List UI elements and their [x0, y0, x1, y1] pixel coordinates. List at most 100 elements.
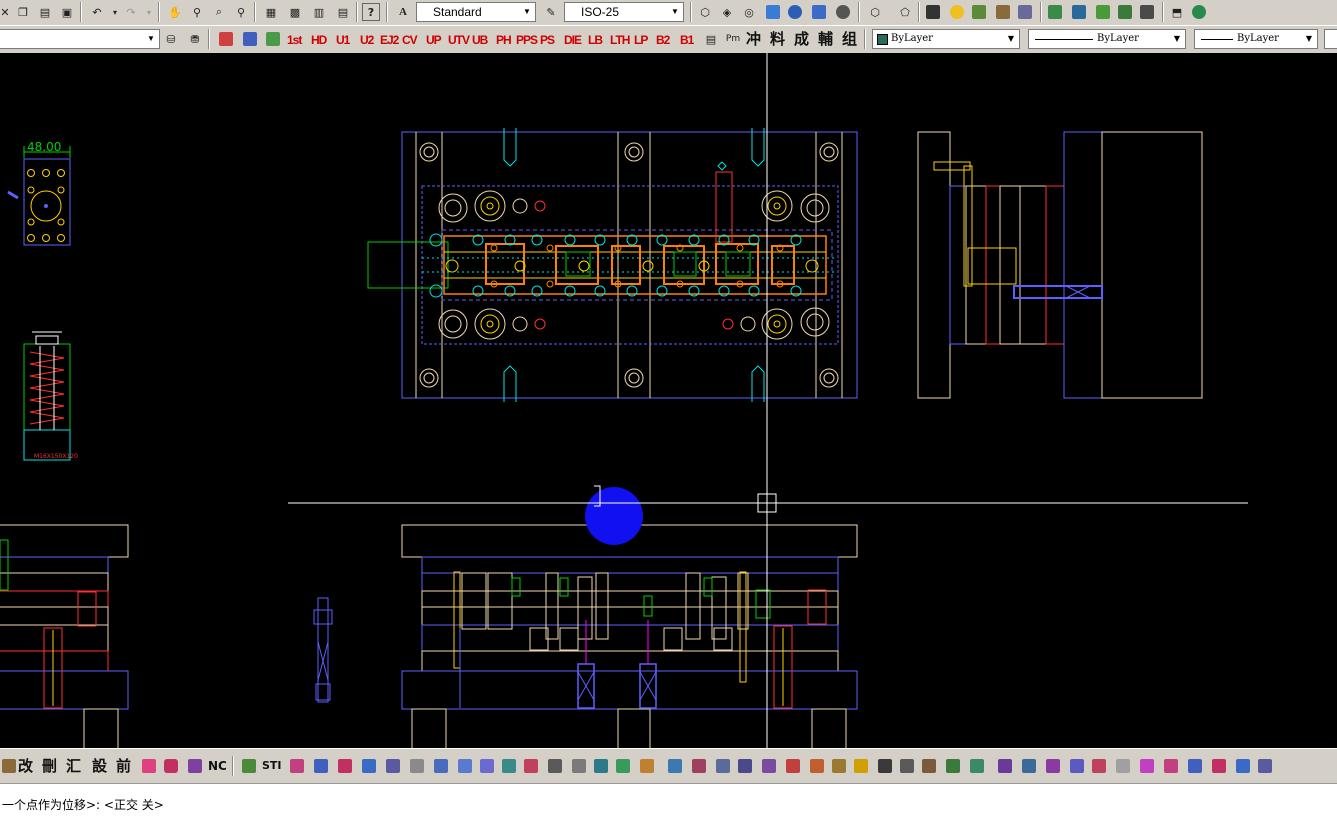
help-icon[interactable]: ? — [362, 3, 380, 21]
custom-tool-16-icon[interactable] — [666, 757, 684, 775]
custom-tool-0-icon[interactable] — [288, 757, 306, 775]
custom-tool-pmc-icon[interactable]: Pm — [724, 30, 742, 48]
fog-icon[interactable] — [1070, 3, 1088, 21]
custom-tool-5-icon[interactable] — [408, 757, 426, 775]
text-style-icon[interactable]: A — [394, 3, 412, 21]
hide-icon[interactable]: ⬡ — [696, 3, 714, 21]
dim-style-select[interactable]: ISO-25 ▼ — [564, 2, 684, 22]
dim-style-icon[interactable]: ✎ — [542, 3, 560, 21]
custom-command-1st[interactable]: 1st — [287, 31, 302, 49]
custom-tool-32-icon[interactable] — [1044, 757, 1062, 775]
make-object-layer-current-icon[interactable]: ⛁ — [162, 30, 180, 48]
lights-icon[interactable] — [948, 3, 966, 21]
shaded-sphere-icon[interactable] — [786, 3, 804, 21]
custom-tool-25-icon[interactable] — [876, 757, 894, 775]
statistics-icon[interactable] — [1190, 3, 1208, 21]
zoom-previous-icon[interactable]: ⚲ — [232, 3, 250, 21]
shaded-box-icon[interactable] — [764, 3, 782, 21]
custom-tool-12-icon[interactable] — [570, 757, 588, 775]
3d-orbit-icon[interactable]: ⬡ — [866, 3, 884, 21]
custom-command-pps[interactable]: PPS — [516, 31, 538, 49]
custom-command-ej2[interactable]: EJ2 — [380, 31, 399, 49]
materials-icon[interactable] — [970, 3, 988, 21]
custom-tool-26-icon[interactable] — [898, 757, 916, 775]
tool-palettes-icon[interactable]: ▥ — [310, 3, 328, 21]
edit-command-2[interactable]: 汇 — [66, 757, 81, 775]
custom-tool-35-icon[interactable] — [1114, 757, 1132, 775]
custom-command-lth[interactable]: LTH — [610, 31, 630, 49]
custom-tool-40-icon[interactable] — [1234, 757, 1252, 775]
match-properties-icon[interactable]: ▣ — [58, 3, 76, 21]
calculator-icon[interactable]: ▤ — [334, 3, 352, 21]
custom-tool-house-icon[interactable] — [264, 30, 282, 48]
custom-command-utv[interactable]: UTV — [448, 31, 470, 49]
custom-tool-10-icon[interactable] — [522, 757, 540, 775]
text-style-select[interactable]: Standard ▼ — [416, 2, 536, 22]
drawing-canvas[interactable]: 48.00 M16X150X120 — [0, 53, 1337, 748]
landscape-edit-icon[interactable] — [1116, 3, 1134, 21]
custom-tool-24-icon[interactable] — [852, 757, 870, 775]
chinese-command-4[interactable]: 组 — [842, 30, 857, 48]
plot-style-select[interactable] — [1324, 29, 1337, 49]
custom-tool-13-icon[interactable] — [592, 757, 610, 775]
custom-tool-4-icon[interactable] — [384, 757, 402, 775]
custom-command-die[interactable]: DIE — [564, 31, 582, 49]
custom-tool-19-icon[interactable] — [736, 757, 754, 775]
edit-command-0[interactable]: 改 — [18, 757, 33, 775]
custom-command-u1[interactable]: U1 — [336, 31, 350, 49]
custom-tool-11-icon[interactable] — [546, 757, 564, 775]
custom-tool-37-icon[interactable] — [1162, 757, 1180, 775]
custom-tool-38-icon[interactable] — [1186, 757, 1204, 775]
custom-command-hd[interactable]: HD — [311, 31, 327, 49]
custom-tool-20-icon[interactable] — [760, 757, 778, 775]
nc-command[interactable]: NC — [208, 757, 227, 775]
copy-icon[interactable]: ❐ — [14, 3, 32, 21]
custom-tool-12-icon[interactable] — [241, 30, 259, 48]
box-tool-icon[interactable] — [186, 757, 204, 775]
constrained-orbit-icon[interactable]: ⬠ — [896, 3, 914, 21]
custom-tool-30-icon[interactable] — [996, 757, 1014, 775]
custom-tool-18-icon[interactable] — [714, 757, 732, 775]
render-icon[interactable] — [924, 3, 942, 21]
custom-tool-6-icon[interactable] — [432, 757, 450, 775]
custom-command-ub[interactable]: UB — [472, 31, 488, 49]
layer-select[interactable]: ▼ — [0, 29, 160, 49]
undo-icon[interactable]: ↶ — [88, 3, 106, 21]
design-center-icon[interactable]: ▩ — [286, 3, 304, 21]
custom-tool-3-icon[interactable] — [360, 757, 378, 775]
corner-tool-icon[interactable] — [140, 757, 158, 775]
properties-icon[interactable]: ▦ — [262, 3, 280, 21]
custom-tool-36-icon[interactable] — [1138, 757, 1156, 775]
custom-tool-1-icon[interactable]: ▤ — [702, 30, 720, 48]
custom-tool-2-icon[interactable] — [336, 757, 354, 775]
chinese-command-3[interactable]: 輔 — [818, 30, 833, 48]
flat-shaded-icon[interactable]: ◈ — [718, 3, 736, 21]
chinese-command-1[interactable]: 料 — [770, 30, 785, 48]
custom-tool-33-icon[interactable] — [1068, 757, 1086, 775]
zoom-realtime-icon[interactable]: ⚲ — [188, 3, 206, 21]
custom-tool-41-icon[interactable] — [1256, 757, 1274, 775]
square-tool-icon[interactable] — [162, 757, 180, 775]
bar-tool-icon[interactable] — [240, 757, 258, 775]
custom-command-b1[interactable]: B1 — [680, 31, 694, 49]
sti-command[interactable]: STI — [262, 757, 282, 775]
custom-tool-34-icon[interactable] — [1090, 757, 1108, 775]
custom-tool-22-icon[interactable] — [808, 757, 826, 775]
custom-tool-17-icon[interactable] — [690, 757, 708, 775]
custom-command-ph[interactable]: PH — [496, 31, 512, 49]
preferences-icon[interactable]: ⬒ — [1168, 3, 1186, 21]
layer-previous-icon[interactable]: ⛃ — [186, 30, 204, 48]
custom-tool-23-icon[interactable] — [830, 757, 848, 775]
wireframe-sphere-icon[interactable]: ◎ — [740, 3, 758, 21]
landscape-icon[interactable] — [1094, 3, 1112, 21]
color-select[interactable]: ByLayer ▼ — [872, 29, 1020, 49]
materials-library-icon[interactable] — [994, 3, 1012, 21]
background-icon[interactable] — [1046, 3, 1064, 21]
custom-command-lb[interactable]: LB — [588, 31, 603, 49]
custom-tool-39-icon[interactable] — [1210, 757, 1228, 775]
command-line[interactable]: 一个点作为位移>: <正交 关> — [0, 783, 1337, 837]
custom-tool-arrow-icon[interactable] — [0, 757, 18, 775]
custom-tool-29-icon[interactable] — [968, 757, 986, 775]
custom-tool-14-icon[interactable] — [614, 757, 632, 775]
custom-command-lp[interactable]: LP — [634, 31, 648, 49]
